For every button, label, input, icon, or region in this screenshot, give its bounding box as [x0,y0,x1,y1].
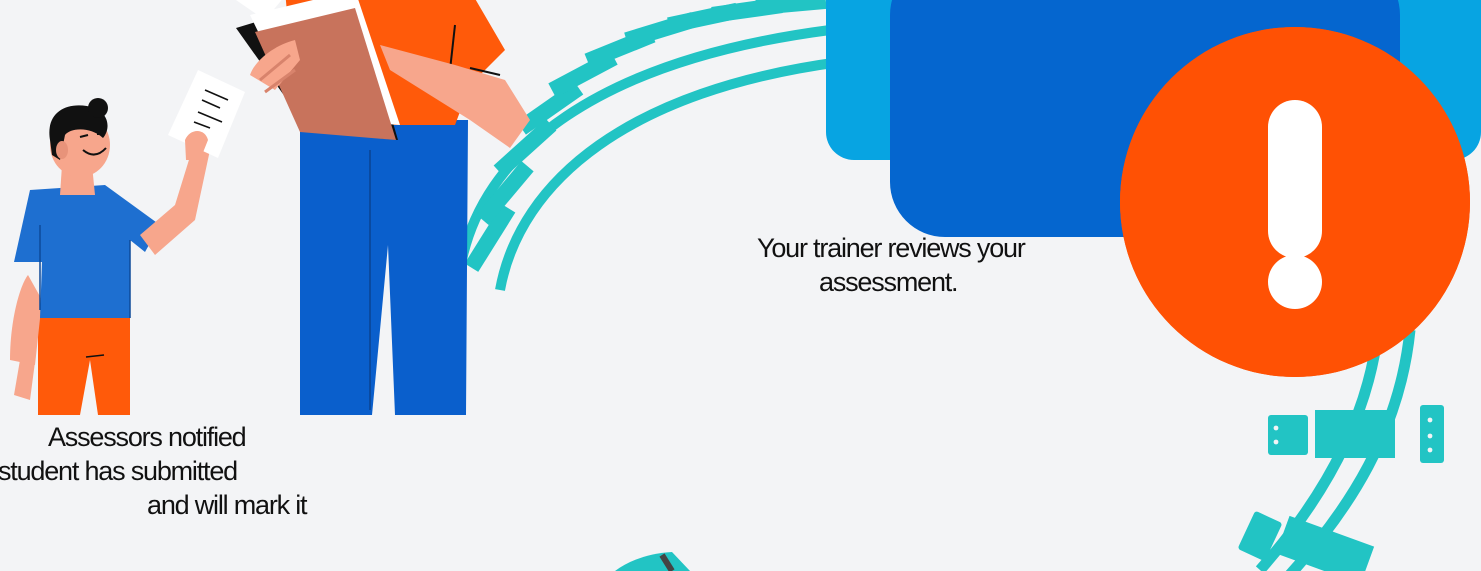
document-icon [168,70,245,158]
caption-line: assessment. [819,267,959,297]
caption-line: and will mark it [147,490,308,520]
caption-line: Assessors notified [48,422,247,452]
exclamation-overlay [1120,27,1470,377]
student-figure [10,70,245,415]
track-fragment-bottom [615,552,690,571]
caption-assessors-notified: Assessors notified student has submitted… [0,420,308,522]
caption-trainer-reviews: Your trainer reviews your assessment. [757,231,1026,299]
caption-line: Your trainer reviews your [757,233,1026,263]
caption-line: student has submitted [0,456,238,486]
